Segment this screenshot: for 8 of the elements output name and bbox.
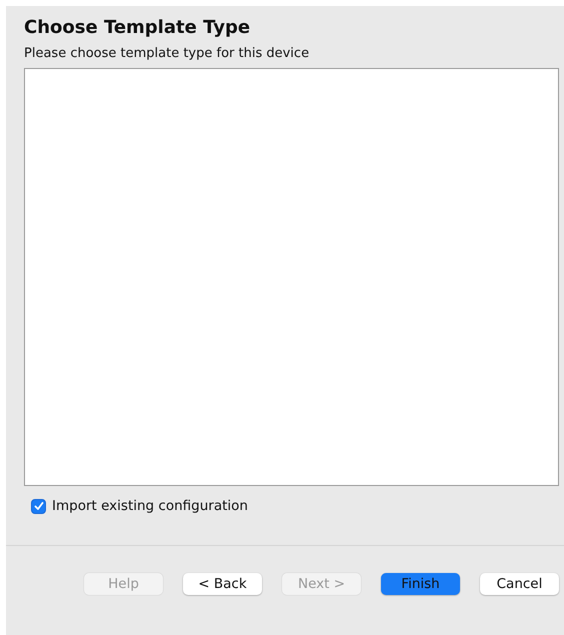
dialog-subtitle: Please choose template type for this device bbox=[24, 46, 310, 62]
dialog-button[interactable]: Cancel bbox=[480, 573, 559, 595]
checkbox-label[interactable]: Import existing configuration bbox=[52, 498, 248, 514]
checkbox[interactable] bbox=[31, 498, 46, 514]
dialog-title: Choose Template Type bbox=[24, 16, 252, 40]
dialog-button[interactable]: Finish bbox=[381, 573, 460, 595]
checkmark-icon bbox=[32, 500, 44, 512]
dialog-button[interactable]: < Back bbox=[183, 573, 262, 595]
